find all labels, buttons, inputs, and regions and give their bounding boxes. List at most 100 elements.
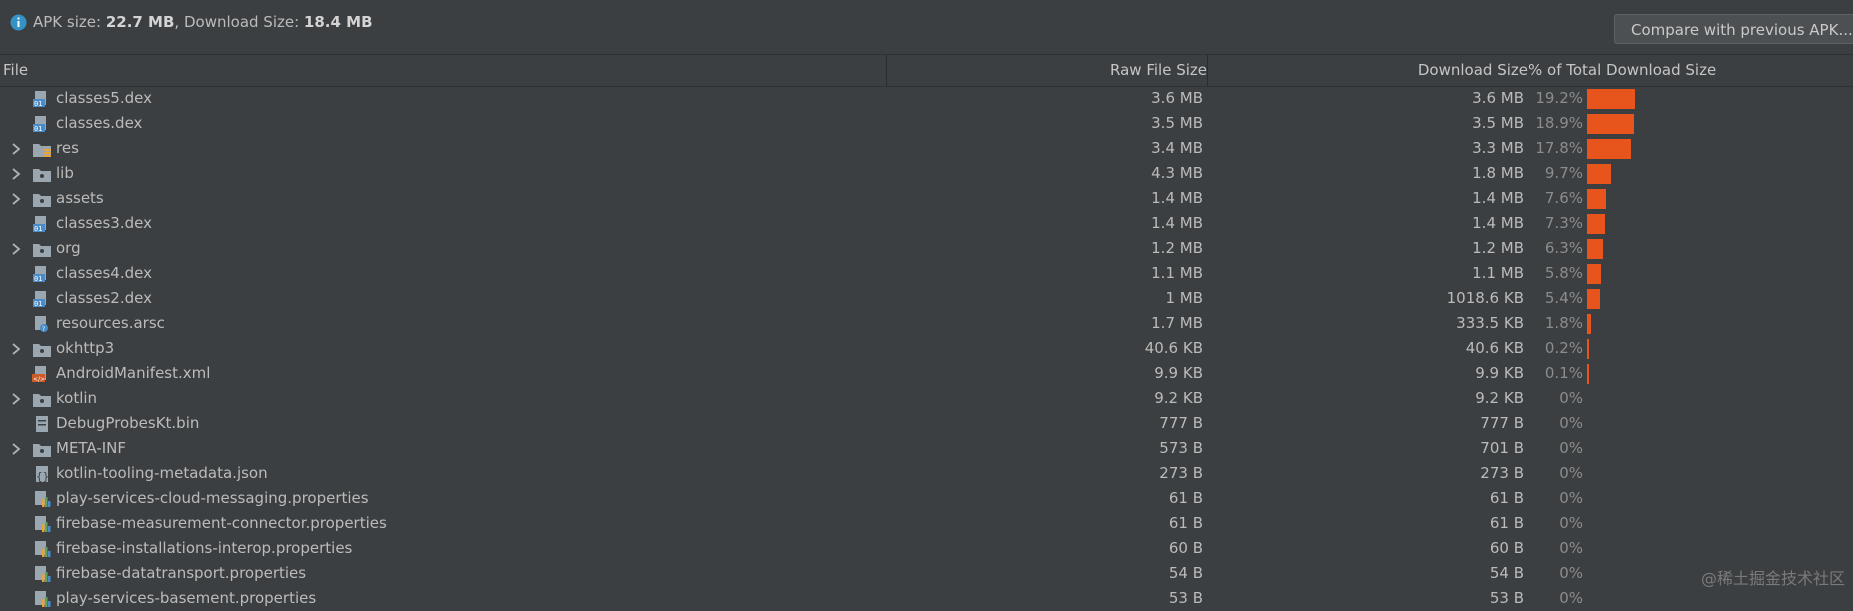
table-row[interactable]: res 3.4 MB 3.3 MB 17.8% — [0, 136, 1853, 161]
file-name: classes.dex — [56, 114, 143, 132]
xml-file-icon: </> — [32, 366, 46, 383]
column-header-download-size[interactable]: Download Size — [1418, 55, 1528, 86]
percent-of-total: 0% — [1559, 539, 1583, 557]
chevron-right-icon[interactable] — [10, 343, 22, 355]
table-row[interactable]: {} kotlin-tooling-metadata.json 273 B 273 B… — [0, 461, 1853, 486]
percent-of-total: 0% — [1559, 589, 1583, 607]
raw-file-size: 273 B — [1159, 464, 1203, 482]
summary-bar: APK size: 22.7 MB, Download Size: 18.4 M… — [0, 0, 1853, 54]
file-name: classes2.dex — [56, 289, 152, 307]
column-header-raw-size[interactable]: Raw File Size — [1110, 55, 1207, 86]
svg-text:01: 01 — [34, 100, 42, 108]
raw-file-size: 40.6 KB — [1144, 339, 1203, 357]
file-name: play-services-basement.properties — [56, 589, 317, 607]
table-row[interactable]: assets 1.4 MB 1.4 MB 7.6% — [0, 186, 1853, 211]
download-size-value: 18.4 MB — [303, 13, 373, 31]
dex-file-icon: 01 — [33, 116, 46, 133]
percent-of-total: 19.2% — [1535, 89, 1583, 107]
table-row[interactable]: firebase-datatransport.properties 54 B 54 … — [0, 561, 1853, 586]
file-name: META-INF — [56, 439, 127, 457]
chevron-right-icon[interactable] — [10, 443, 22, 455]
table-row[interactable]: 01 classes4.dex 1.1 MB 1.1 MB 5.8% — [0, 261, 1853, 286]
svg-text:01: 01 — [34, 300, 42, 308]
file-name: org — [56, 239, 81, 257]
percent-of-total: 0% — [1559, 514, 1583, 532]
apk-size-summary: APK size: 22.7 MB, Download Size: 18.4 M… — [33, 13, 373, 31]
file-name: play-services-cloud-messaging.properties — [56, 489, 369, 507]
raw-file-size: 61 B — [1168, 514, 1203, 532]
folder-icon — [33, 169, 51, 182]
column-header-file[interactable]: File — [3, 55, 28, 86]
file-name: classes5.dex — [56, 89, 152, 107]
folder-icon — [33, 194, 51, 207]
summary-separator: , — [174, 13, 184, 31]
folder-icon — [33, 344, 51, 357]
raw-file-size: 3.4 MB — [1151, 139, 1203, 157]
folder-icon — [33, 394, 51, 407]
raw-file-size: 9.2 KB — [1154, 389, 1203, 407]
table-row[interactable]: 01 classes.dex 3.5 MB 3.5 MB 18.9% — [0, 111, 1853, 136]
table-row[interactable]: org 1.2 MB 1.2 MB 6.3% — [0, 236, 1853, 261]
dex-file-icon: 01 — [33, 91, 46, 108]
svg-text:01: 01 — [34, 125, 42, 133]
table-row[interactable]: kotlin 9.2 KB 9.2 KB 0% — [0, 386, 1853, 411]
table-row[interactable]: 01 classes2.dex 1 MB 1018.6 KB 5.4% — [0, 286, 1853, 311]
json-file-icon: {} — [36, 466, 49, 483]
percent-of-total: 5.4% — [1544, 289, 1583, 307]
file-name: assets — [56, 189, 104, 207]
dex-file-icon: 01 — [33, 216, 46, 233]
chevron-right-icon[interactable] — [10, 143, 22, 155]
file-name: kotlin-tooling-metadata.json — [56, 464, 268, 482]
properties-file-icon — [35, 516, 51, 532]
folder-icon — [33, 244, 51, 257]
column-divider[interactable] — [886, 55, 887, 86]
percent-of-total: 18.9% — [1535, 114, 1583, 132]
percent-of-total: 0% — [1559, 489, 1583, 507]
download-share-bar — [1587, 239, 1603, 259]
percent-of-total: 0% — [1559, 414, 1583, 432]
apk-size-value: 22.7 MB — [105, 13, 175, 31]
file-name: resources.arsc — [56, 314, 165, 332]
table-row[interactable]: 01 classes3.dex 1.4 MB 1.4 MB 7.3% — [0, 211, 1853, 236]
table-row[interactable]: META-INF 573 B 701 B 0% — [0, 436, 1853, 461]
table-header: File Raw File Size Download Size % of To… — [0, 54, 1853, 87]
raw-file-size: 60 B — [1168, 539, 1203, 557]
file-name: lib — [56, 164, 74, 182]
table-row[interactable]: play-services-cloud-messaging.properties… — [0, 486, 1853, 511]
raw-file-size: 1.4 MB — [1151, 214, 1203, 232]
svg-text:?: ? — [42, 326, 45, 333]
percent-of-total: 0.1% — [1544, 364, 1583, 382]
compare-apk-button[interactable]: Compare with previous APK... — [1614, 14, 1853, 44]
dex-file-icon: 01 — [33, 291, 46, 308]
percent-of-total: 5.8% — [1544, 264, 1583, 282]
raw-file-size: 777 B — [1159, 414, 1203, 432]
chevron-right-icon[interactable] — [10, 168, 22, 180]
table-row[interactable]: DebugProbesKt.bin 777 B 777 B 0% — [0, 411, 1853, 436]
properties-file-icon — [35, 591, 51, 607]
table-row[interactable]: play-services-basement.properties 53 B 53 … — [0, 586, 1853, 611]
table-row[interactable]: firebase-measurement-connector.propertie… — [0, 511, 1853, 536]
table-row[interactable]: 01 classes5.dex 3.6 MB 3.6 MB 19.2% — [0, 86, 1853, 111]
raw-file-size: 573 B — [1159, 439, 1203, 457]
file-name: AndroidManifest.xml — [56, 364, 211, 382]
info-icon — [10, 14, 27, 31]
table-row[interactable]: ? resources.arsc 1.7 MB 333.5 KB 1.8% — [0, 311, 1853, 336]
file-name: DebugProbesKt.bin — [56, 414, 200, 432]
table-row[interactable]: okhttp3 40.6 KB 40.6 KB 0.2% — [0, 336, 1853, 361]
raw-file-size: 1.7 MB — [1151, 314, 1203, 332]
chevron-right-icon[interactable] — [10, 393, 22, 405]
raw-file-size: 1.1 MB — [1151, 264, 1203, 282]
column-divider[interactable] — [1207, 55, 1208, 86]
raw-file-size: 53 B — [1168, 589, 1203, 607]
properties-file-icon — [35, 541, 51, 557]
column-header-percent[interactable]: % of Total Download Size — [1528, 55, 1716, 86]
raw-file-size: 3.6 MB — [1151, 89, 1203, 107]
resource-folder-icon — [33, 144, 51, 157]
download-share-bar — [1587, 89, 1635, 109]
chevron-right-icon[interactable] — [10, 193, 22, 205]
table-row[interactable]: firebase-installations-interop.propertie… — [0, 536, 1853, 561]
table-row[interactable]: </> AndroidManifest.xml 9.9 KB 9.9 KB 0.1% — [0, 361, 1853, 386]
table-row[interactable]: lib 4.3 MB 1.8 MB 9.7% — [0, 161, 1853, 186]
chevron-right-icon[interactable] — [10, 243, 22, 255]
svg-text:01: 01 — [34, 225, 42, 233]
